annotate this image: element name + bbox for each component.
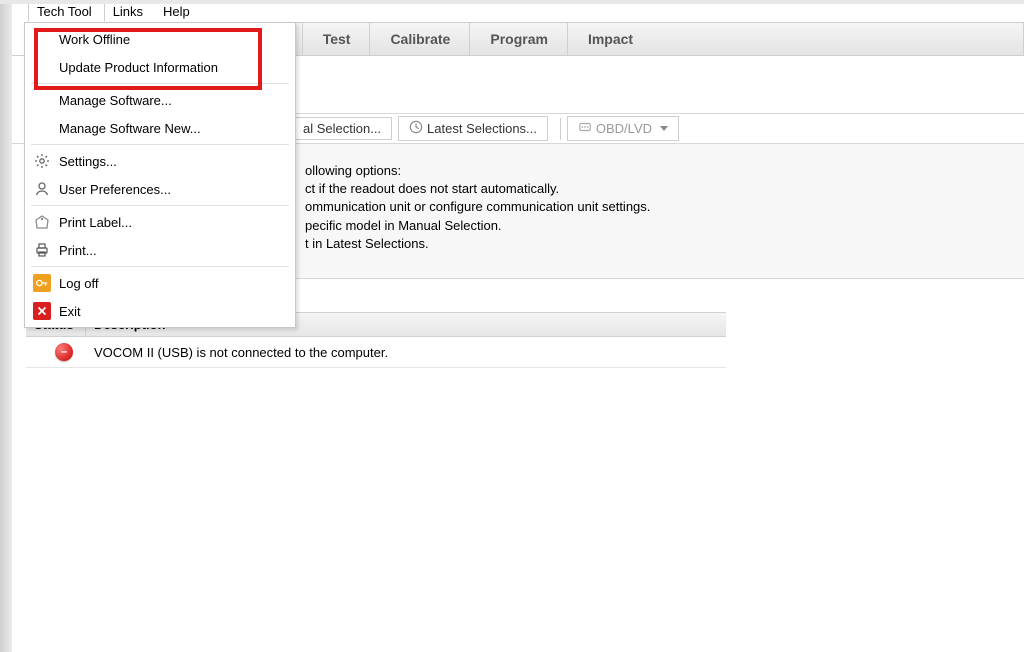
menu-links[interactable]: Links xyxy=(105,2,155,21)
menu-item-label: Work Offline xyxy=(59,32,130,47)
tab-program[interactable]: Program xyxy=(469,22,568,56)
user-icon xyxy=(33,180,51,198)
instruction-line: t in Latest Selections. xyxy=(305,235,1012,253)
obd-lvd-button[interactable]: OBD/LVD xyxy=(567,116,679,141)
menu-item-label: Manage Software... xyxy=(59,93,172,108)
menu-item-label: Print Label... xyxy=(59,215,132,230)
menu-settings[interactable]: Settings... xyxy=(27,147,293,175)
manual-selection-label: al Selection... xyxy=(303,121,381,136)
menu-item-label: Exit xyxy=(59,304,81,319)
menu-update-product-information[interactable]: Update Product Information xyxy=(27,53,293,81)
menu-manage-software-new[interactable]: Manage Software New... xyxy=(27,114,293,142)
menu-print[interactable]: Print... xyxy=(27,236,293,264)
instruction-line: ommunication unit or configure communica… xyxy=(305,198,1012,216)
menu-work-offline[interactable]: Work Offline xyxy=(27,25,293,53)
key-icon xyxy=(33,274,51,292)
obd-lvd-label: OBD/LVD xyxy=(596,121,652,136)
instruction-line: ct if the readout does not start automat… xyxy=(305,180,1012,198)
printer-icon xyxy=(33,241,51,259)
menu-item-label: Log off xyxy=(59,276,99,291)
menu-item-label: Print... xyxy=(59,243,97,258)
latest-selections-button[interactable]: Latest Selections... xyxy=(398,116,548,141)
tech-tool-dropdown: Work Offline Update Product Information … xyxy=(24,22,296,328)
latest-selections-label: Latest Selections... xyxy=(427,121,537,136)
menu-print-label[interactable]: Print Label... xyxy=(27,208,293,236)
menu-log-off[interactable]: Log off xyxy=(27,269,293,297)
tab-impact[interactable]: Impact xyxy=(567,22,653,56)
menu-help[interactable]: Help xyxy=(155,2,202,21)
menu-item-label: Settings... xyxy=(59,154,117,169)
menu-item-label: Update Product Information xyxy=(59,60,218,75)
manual-selection-button[interactable]: al Selection... xyxy=(292,117,392,140)
gear-icon xyxy=(33,152,51,170)
clock-icon xyxy=(409,120,423,137)
menu-tech-tool[interactable]: Tech Tool xyxy=(28,1,105,21)
tag-icon xyxy=(33,213,51,231)
menu-manage-software[interactable]: Manage Software... xyxy=(27,86,293,114)
tab-calibrate[interactable]: Calibrate xyxy=(369,22,470,56)
instruction-line: ollowing options: xyxy=(305,162,1012,180)
connector-icon xyxy=(578,120,592,137)
menu-item-label: Manage Software New... xyxy=(59,121,201,136)
menu-exit[interactable]: Exit xyxy=(27,297,293,325)
connectivity-row: – VOCOM II (USB) is not connected to the… xyxy=(26,337,726,368)
instruction-line: pecific model in Manual Selection. xyxy=(305,217,1012,235)
menu-item-label: User Preferences... xyxy=(59,182,171,197)
error-icon: – xyxy=(55,343,73,361)
menu-user-preferences[interactable]: User Preferences... xyxy=(27,175,293,203)
connectivity-description: VOCOM II (USB) is not connected to the c… xyxy=(94,345,718,360)
chevron-down-icon xyxy=(660,126,668,131)
tab-test[interactable]: Test xyxy=(302,22,371,56)
close-icon xyxy=(33,302,51,320)
